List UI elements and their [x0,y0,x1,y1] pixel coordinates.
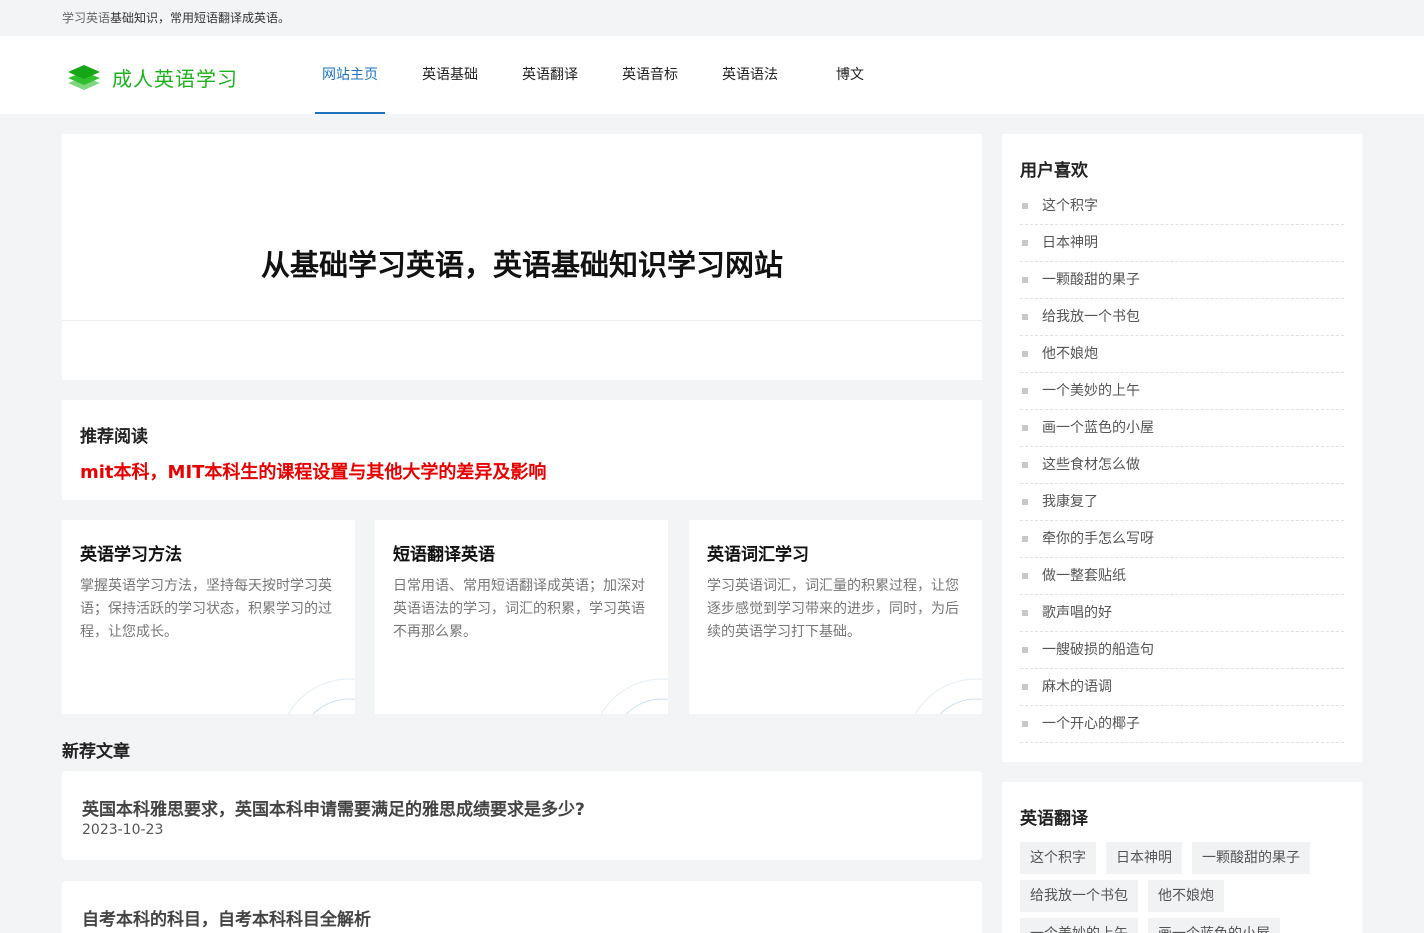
bullet-icon [1022,499,1028,505]
nav-item-blog[interactable]: 博文 [815,36,885,114]
card-title: 英语词汇学习 [707,545,809,565]
bullet-icon [1022,425,1028,431]
favorites-item-label: 他不娘炮 [1042,345,1098,362]
article-card[interactable]: 英国本科雅思要求，英国本科申请需要满足的雅思成绩要求是多少? 2023-10-2… [62,771,982,860]
recommended-reading: 推荐阅读 mit本科，MIT本科生的课程设置与其他大学的差异及影响 [62,400,982,500]
translation-tag[interactable]: 他不娘炮 [1148,880,1224,912]
hero-banner: 从基础学习英语，英语基础知识学习网站 [62,134,982,380]
favorites-list-item[interactable]: 一个美妙的上午 [1020,373,1344,410]
bullet-icon [1022,277,1028,283]
favorites-item-label: 一颗酸甜的果子 [1042,271,1140,288]
translation-tag[interactable]: 一颗酸甜的果子 [1192,842,1310,874]
nav-item-english-basics[interactable]: 英语基础 [415,36,485,114]
translation-tag[interactable]: 日本神明 [1106,842,1182,874]
favorites-item-label: 牵你的手怎么写呀 [1042,530,1154,547]
favorites-item-label: 我康复了 [1042,493,1098,510]
favorites-item-label: 画一个蓝色的小屋 [1042,419,1154,436]
bullet-icon [1022,462,1028,468]
card-description: 学习英语词汇，词汇量的积累过程，让您逐步感觉到学习带来的进步，同时，为后续的英语… [707,578,959,640]
favorites-item-label: 歌声唱的好 [1042,604,1112,621]
bullet-icon [1022,573,1028,579]
bullet-icon [1022,536,1028,542]
feature-card-phrase-translation[interactable]: 短语翻译英语 日常用语、常用短语翻译成英语；加深对英语语法的学习，词汇的积累，学… [375,520,668,714]
favorites-list-item[interactable]: 画一个蓝色的小屋 [1020,410,1344,447]
article-title[interactable]: 英国本科雅思要求，英国本科申请需要满足的雅思成绩要求是多少? [82,795,585,820]
bullet-icon [1022,351,1028,357]
nav-item-phonetics[interactable]: 英语音标 [615,36,685,114]
feature-card-vocabulary[interactable]: 英语词汇学习 学习英语词汇，词汇量的积累过程，让您逐步感觉到学习带来的进步，同时… [689,520,982,714]
favorites-list-item[interactable]: 这些食材怎么做 [1020,447,1344,484]
article-date: 2023-10-23 [82,822,164,838]
bullet-icon [1022,240,1028,246]
sidebar-user-favorites: 用户喜欢 这个积字日本神明一颗酸甜的果子 给我放一个书包 他不娘炮一个美妙的上午 画一… [1002,134,1362,762]
article-card[interactable]: 自考本科的科目，自考本科科目全解析 [62,881,982,933]
translation-tag[interactable]: 一个美妙的上午 [1020,918,1138,933]
favorites-item-label: 给我放一个书包 [1042,308,1140,325]
decorative-arcs-icon [914,678,982,714]
site-name: 成人英语学习 [112,66,238,91]
translation-tag[interactable]: 这个积字 [1020,842,1096,874]
favorites-list-item[interactable]: 日本神明 [1020,225,1344,262]
bullet-icon [1022,721,1028,727]
favorites-list-item[interactable]: 这个积字 [1020,188,1344,225]
bullet-icon [1022,203,1028,209]
top-bar-text-prefix: 学习英语 [62,11,111,25]
favorites-list-item[interactable]: 一个开心的椰子 [1020,706,1344,743]
recommended-link[interactable]: mit本科，MIT本科生的课程设置与其他大学的差异及影响 [80,458,546,484]
favorites-list-item[interactable]: 他不娘炮 [1020,336,1344,373]
recommended-heading: 推荐阅读 [80,427,148,447]
favorites-item-label: 麻木的语调 [1042,678,1112,695]
main-nav: 网站主页 英语基础 英语翻译 英语音标 英语语法 博文 [315,36,915,114]
favorites-list-item[interactable]: 给我放一个书包 [1020,299,1344,336]
favorites-item-label: 这个积字 [1042,197,1098,214]
favorites-list-item[interactable]: 做一整套贴纸 [1020,558,1344,595]
translation-tags: 这个积字日本神明一颗酸甜的果子给我放一个书包他不娘炮一个美妙的上午画一个蓝色的小… [1020,842,1350,933]
decorative-arcs-icon [600,678,668,714]
favorites-list-item[interactable]: 麻木的语调 [1020,669,1344,706]
translation-tag[interactable]: 画一个蓝色的小屋 [1148,918,1280,933]
favorites-item-label: 一艘破损的船造句 [1042,641,1154,658]
favorites-item-label: 一个美妙的上午 [1042,382,1140,399]
favorites-list-item[interactable]: 一颗酸甜的果子 [1020,262,1344,299]
favorites-item-label: 做一整套贴纸 [1042,567,1126,584]
site-logo[interactable]: 成人英语学习 [66,62,238,92]
favorites-item-label: 一个开心的椰子 [1042,715,1140,732]
nav-item-grammar[interactable]: 英语语法 [715,36,785,114]
bullet-icon [1022,647,1028,653]
site-header: 成人英语学习 网站主页 英语基础 英语翻译 英语音标 英语语法 博文 [0,36,1424,114]
layers-icon [68,65,100,90]
sidebar-translation-title: 英语翻译 [1020,809,1088,829]
bullet-icon [1022,314,1028,320]
favorites-list-item[interactable]: 歌声唱的好 [1020,595,1344,632]
sidebar-favorites-title: 用户喜欢 [1020,161,1088,181]
hero-divider [62,320,982,321]
translation-tag[interactable]: 给我放一个书包 [1020,880,1138,912]
top-bar-text: 学习英语基础知识，常用短语翻译成英语。 [62,10,290,26]
favorites-list-item[interactable]: 牵你的手怎么写呀 [1020,521,1344,558]
new-articles-heading: 新荐文章 [62,742,130,762]
favorites-list: 这个积字日本神明一颗酸甜的果子 给我放一个书包 他不娘炮一个美妙的上午 画一个蓝色的小… [1020,188,1344,743]
bullet-icon [1022,610,1028,616]
favorites-list-item[interactable]: 一艘破损的船造句 [1020,632,1344,669]
sidebar-english-translation: 英语翻译 这个积字日本神明一颗酸甜的果子给我放一个书包他不娘炮一个美妙的上午画一… [1002,782,1362,933]
hero-title: 从基础学习英语，英语基础知识学习网站 [260,248,783,282]
favorites-item-label: 这些食材怎么做 [1042,456,1140,473]
card-title: 英语学习方法 [80,545,182,565]
feature-card-learning-methods[interactable]: 英语学习方法 掌握英语学习方法，坚持每天按时学习英语；保持活跃的学习状态，积累学… [62,520,355,714]
bullet-icon [1022,388,1028,394]
top-bar: 学习英语基础知识，常用短语翻译成英语。 [0,0,1424,36]
nav-item-home[interactable]: 网站主页 [315,36,385,114]
decorative-arcs-icon [287,678,355,714]
card-title: 短语翻译英语 [393,545,495,565]
favorites-item-label: 日本神明 [1042,234,1098,251]
card-description: 掌握英语学习方法，坚持每天按时学习英语；保持活跃的学习状态，积累学习的过程，让您… [80,578,332,640]
favorites-list-item[interactable]: 我康复了 [1020,484,1344,521]
card-description: 日常用语、常用短语翻译成英语；加深对英语语法的学习，词汇的积累，学习英语不再那么… [393,578,645,640]
article-title[interactable]: 自考本科的科目，自考本科科目全解析 [82,905,371,930]
bullet-icon [1022,684,1028,690]
top-bar-text-rest: 基础知识，常用短语翻译成英语。 [110,11,291,25]
nav-item-english-translation[interactable]: 英语翻译 [515,36,585,114]
